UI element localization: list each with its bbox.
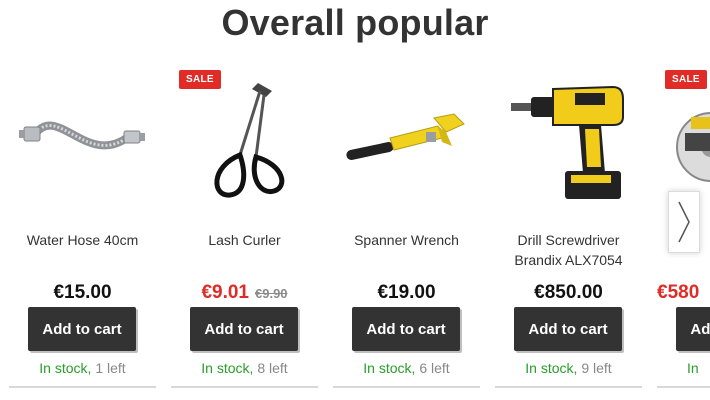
product-price: €9.01: [201, 282, 249, 303]
stock-status: In stock,: [363, 360, 416, 376]
product-carousel: Water Hose 40cm €15.00 Add to cart In st…: [0, 62, 710, 400]
product-price: €580: [657, 282, 700, 303]
stock-info: In: [687, 360, 710, 376]
sale-badge: SALE: [179, 70, 221, 89]
stock-left: 1 left: [95, 360, 126, 376]
stock-left: 8 left: [257, 360, 288, 376]
product-price: €850.00: [534, 282, 603, 303]
product-card: SALE Lash Curler €9.01 €9.90 Add to cart …: [171, 62, 318, 388]
stock-status: In stock,: [525, 360, 578, 376]
stock-status: In stock,: [201, 360, 254, 376]
stock-status: In stock,: [39, 360, 92, 376]
stock-left: 6 left: [419, 360, 450, 376]
stock-info: In stock, 1 left: [9, 360, 156, 376]
product-name[interactable]: Lash Curler: [171, 230, 318, 250]
stock-left: 9 left: [581, 360, 612, 376]
cordless-drill-icon[interactable]: [495, 72, 642, 212]
pipe-wrench-icon[interactable]: [333, 72, 480, 212]
add-to-cart-button[interactable]: Add to cart: [514, 307, 622, 351]
carousel-next-button[interactable]: [668, 191, 700, 253]
add-to-cart-button[interactable]: Add to cart: [676, 307, 710, 351]
product-card: Water Hose 40cm €15.00 Add to cart In st…: [9, 62, 156, 388]
chevron-right-icon: [678, 201, 690, 243]
section-title: Overall popular: [221, 2, 489, 43]
lash-curler-icon[interactable]: [171, 72, 318, 212]
product-name[interactable]: Drill Screwdriver Brandix ALX7054: [495, 230, 642, 270]
add-to-cart-button[interactable]: Add to cart: [352, 307, 460, 351]
product-price: €15.00: [53, 282, 112, 303]
price-row: €580: [657, 282, 710, 304]
price-row: €15.00: [9, 282, 156, 304]
price-row: €19.00: [333, 282, 480, 304]
stock-info: In stock, 6 left: [333, 360, 480, 376]
product-card: Drill Screwdriver Brandix ALX7054 €850.0…: [495, 62, 642, 388]
sale-badge: SALE: [665, 70, 707, 89]
product-price: €19.00: [377, 282, 436, 303]
stock-info: In stock, 8 left: [171, 360, 318, 376]
price-row: €850.00: [495, 282, 642, 304]
stock-info: In stock, 9 left: [495, 360, 642, 376]
add-to-cart-button[interactable]: Add to cart: [28, 307, 136, 351]
add-to-cart-button[interactable]: Add to cart: [190, 307, 298, 351]
product-name[interactable]: Spanner Wrench: [333, 230, 480, 250]
water-hose-icon[interactable]: [9, 72, 156, 212]
product-card: Spanner Wrench €19.00 Add to cart In sto…: [333, 62, 480, 388]
price-row: €9.01 €9.90: [171, 282, 318, 304]
product-name[interactable]: Water Hose 40cm: [9, 230, 156, 250]
old-price: €9.90: [255, 286, 288, 301]
stock-status: In: [687, 360, 699, 376]
